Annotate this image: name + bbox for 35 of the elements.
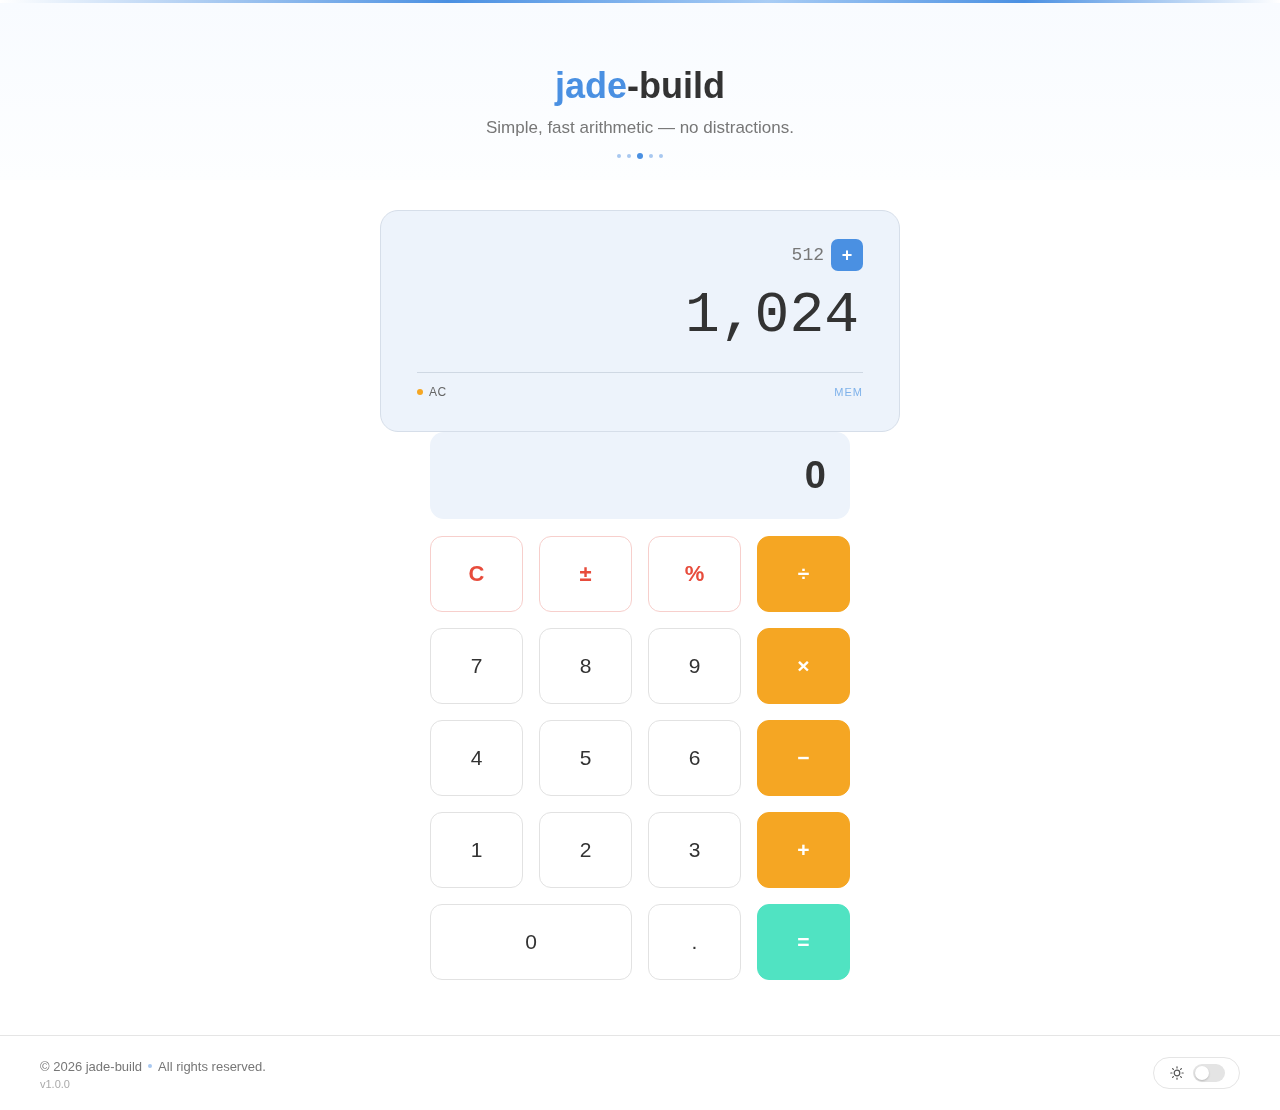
digit-key[interactable]: 1 [430,812,523,888]
separator-dot-icon [148,1064,153,1068]
digit-key[interactable]: 3 [648,812,741,888]
digit-key[interactable]: 0 [430,904,632,980]
app-title: jade-build [555,64,725,108]
previous-operand: 512 [791,245,824,265]
digit-key[interactable]: 8 [539,628,632,704]
theme-switcher[interactable] [1153,1057,1240,1089]
sun-icon [1170,1066,1184,1080]
version-label: v1.0.0 [40,1077,71,1090]
rights-text: All rights reserved. [158,1058,266,1074]
function-key[interactable]: % [648,536,741,612]
memory-label: MEM [834,386,863,398]
digit-key[interactable]: 7 [430,628,523,704]
pagination-dot[interactable] [659,154,663,158]
function-key[interactable]: C [430,536,523,612]
theme-toggle-switch[interactable] [1193,1064,1225,1082]
input-value: 0 [804,454,826,497]
app-subtitle: Simple, fast arithmetic — no distractions. [486,117,794,139]
digit-key[interactable]: 5 [539,720,632,796]
pagination-dot[interactable] [637,153,643,159]
digit-key[interactable]: 4 [430,720,523,796]
digit-key[interactable]: 9 [648,628,741,704]
status-dot-icon [417,389,423,395]
pagination-dot[interactable] [627,154,631,158]
digit-key[interactable]: . [648,904,741,980]
pagination-dot[interactable] [649,154,653,158]
function-key[interactable]: ± [539,536,632,612]
status-label: AC [429,385,447,399]
operator-badge: + [831,239,863,271]
copyright-text: © 2026 jade-build [40,1058,143,1074]
digit-key[interactable]: 6 [648,720,741,796]
pagination-dot[interactable] [617,154,621,158]
result-value: 1,024 [683,284,860,348]
digit-key[interactable]: 2 [539,812,632,888]
